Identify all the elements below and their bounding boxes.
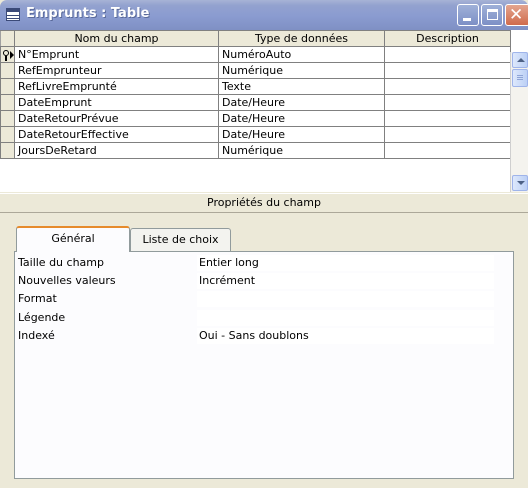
row-selector[interactable] <box>0 94 15 111</box>
column-header-data-type[interactable]: Type de données <box>218 30 385 47</box>
field-size-value[interactable]: Entier long <box>197 255 494 271</box>
table-row[interactable]: DateEmprunt Date/Heure <box>0 94 511 111</box>
data-type-cell[interactable]: Numérique <box>218 142 385 159</box>
description-cell[interactable] <box>384 142 511 159</box>
property-label: Indexé <box>18 329 55 342</box>
new-values-value[interactable]: Incrément <box>197 273 494 289</box>
field-name-cell[interactable]: RefEmprunteur <box>14 62 219 79</box>
vertical-scrollbar[interactable] <box>510 52 528 192</box>
property-label: Nouvelles valeurs <box>18 274 116 287</box>
row-selector[interactable] <box>0 126 15 143</box>
description-cell[interactable] <box>384 62 511 79</box>
data-type-cell[interactable]: Texte <box>218 78 385 95</box>
table-row[interactable]: DateRetourPrévue Date/Heure <box>0 110 511 127</box>
fields-table: Nom du champ Type de données Description… <box>0 30 511 159</box>
row-selector[interactable] <box>0 46 15 63</box>
property-label: Légende <box>18 311 66 324</box>
table-row[interactable]: RefLivreEmprunté Texte <box>0 78 511 95</box>
scroll-down-button[interactable] <box>512 175 528 191</box>
table-row[interactable]: N°Emprunt NuméroAuto <box>0 46 511 63</box>
description-cell[interactable] <box>384 94 511 111</box>
field-grid: Nom du champ Type de données Description… <box>0 30 528 192</box>
minimize-button[interactable] <box>457 4 479 26</box>
field-name-cell[interactable]: DateRetourEffective <box>14 126 219 143</box>
data-type-cell[interactable]: Numérique <box>218 62 385 79</box>
current-row-arrow-icon <box>10 51 14 59</box>
data-type-cell[interactable]: NuméroAuto <box>218 46 385 63</box>
close-button[interactable]: ✕ <box>505 4 528 26</box>
field-name-cell[interactable]: RefLivreEmprunté <box>14 78 219 95</box>
table-design-window: Emprunts : Table ✕ Nom du champ Type de … <box>0 0 528 488</box>
close-icon: ✕ <box>509 5 524 25</box>
description-cell[interactable] <box>384 46 511 63</box>
minimize-icon <box>463 18 471 21</box>
table-row[interactable]: DateRetourEffective Date/Heure <box>0 126 511 143</box>
data-type-cell[interactable]: Date/Heure <box>218 110 385 127</box>
maximize-icon <box>487 9 498 20</box>
property-label: Taille du champ <box>18 256 104 269</box>
tab-lookup[interactable]: Liste de choix <box>130 228 231 252</box>
field-properties-header: Propriétés du champ <box>0 193 528 213</box>
description-cell[interactable] <box>384 126 511 143</box>
field-name-cell[interactable]: N°Emprunt <box>14 46 219 63</box>
field-name-cell[interactable]: DateEmprunt <box>14 94 219 111</box>
table-header-row: Nom du champ Type de données Description <box>0 30 511 47</box>
indexed-value[interactable]: Oui - Sans doublons <box>197 328 494 344</box>
description-cell[interactable] <box>384 78 511 95</box>
scroll-thumb[interactable] <box>512 69 528 87</box>
field-name-cell[interactable]: DateRetourPrévue <box>14 110 219 127</box>
maximize-button[interactable] <box>481 4 503 26</box>
row-selector[interactable] <box>0 62 15 79</box>
row-selector-header[interactable] <box>0 30 15 47</box>
scroll-up-button[interactable] <box>512 52 528 68</box>
data-type-cell[interactable]: Date/Heure <box>218 126 385 143</box>
data-type-cell[interactable]: Date/Heure <box>218 94 385 111</box>
column-header-description[interactable]: Description <box>384 30 511 47</box>
tab-general[interactable]: Général <box>16 226 130 252</box>
column-header-field-name[interactable]: Nom du champ <box>14 30 219 47</box>
property-label: Format <box>18 292 57 305</box>
row-selector[interactable] <box>0 110 15 127</box>
field-name-cell[interactable]: JoursDeRetard <box>14 142 219 159</box>
caption-value[interactable] <box>197 310 494 326</box>
table-icon[interactable] <box>6 8 20 21</box>
row-selector[interactable] <box>0 142 15 159</box>
description-cell[interactable] <box>384 110 511 127</box>
row-selector[interactable] <box>0 78 15 95</box>
window-title: Emprunts : Table <box>26 6 150 21</box>
window-bottom-edge <box>0 479 528 488</box>
table-row[interactable]: JoursDeRetard Numérique <box>0 142 511 159</box>
format-value[interactable] <box>197 291 494 307</box>
primary-key-icon <box>3 50 9 61</box>
table-row[interactable]: RefEmprunteur Numérique <box>0 62 511 79</box>
title-bar[interactable]: Emprunts : Table ✕ <box>0 0 528 30</box>
